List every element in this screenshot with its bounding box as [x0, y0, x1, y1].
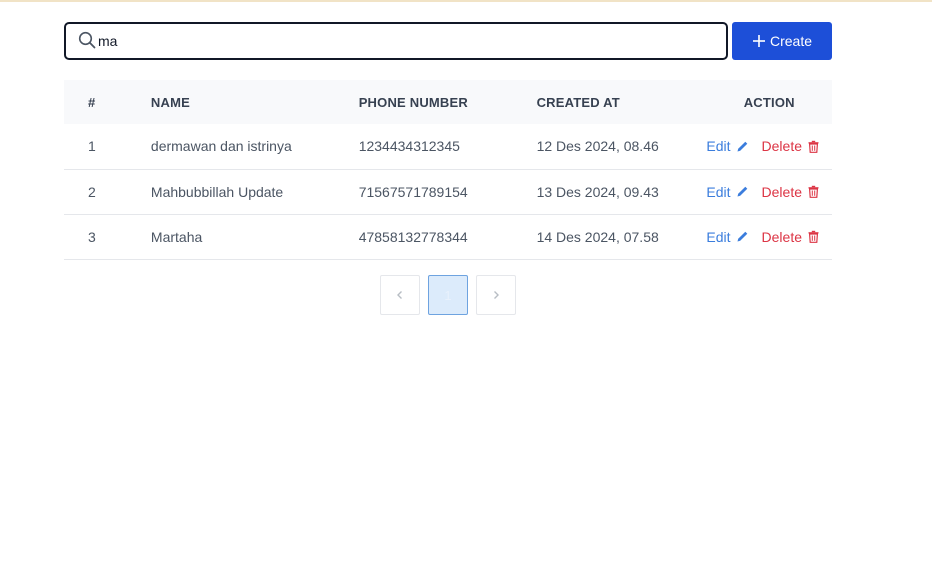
plus-icon: [752, 35, 765, 47]
search-icon: [78, 31, 96, 49]
edit-label: Edit: [706, 183, 731, 200]
pencil-icon: [737, 231, 747, 242]
delete-label: Delete: [761, 138, 802, 155]
chevron-left-icon: [397, 291, 402, 299]
table-row: 1 dermawan dan istrinya 1234434312345 12…: [64, 124, 832, 169]
trash-icon: [808, 230, 819, 243]
row-number: 2: [88, 183, 96, 200]
pagination: 1: [380, 275, 516, 315]
row-actions: Edit Delete: [706, 169, 832, 214]
row-name: Martaha: [150, 228, 203, 245]
edit-button[interactable]: Edit: [706, 138, 748, 154]
header-action: ACTION: [743, 94, 795, 110]
table-row: 2 Mahbubbillah Update 71567571789154 13 …: [64, 169, 832, 214]
header-created: CREATED AT: [536, 94, 620, 110]
edit-button[interactable]: Edit: [706, 184, 748, 200]
next-page-button[interactable]: [476, 275, 516, 315]
delete-label: Delete: [761, 228, 802, 245]
row-number: 3: [88, 228, 96, 245]
header-name: NAME: [150, 94, 190, 110]
trash-icon: [808, 140, 819, 153]
pencil-icon: [737, 186, 747, 197]
table-row: 3 Martaha 47858132778344 14 Des 2024, 07…: [64, 214, 832, 259]
search-box[interactable]: [64, 22, 728, 60]
row-name: dermawan dan istrinya: [150, 138, 292, 155]
row-number: 1: [88, 138, 96, 155]
row-actions: Edit Delete: [706, 124, 832, 169]
delete-button[interactable]: Delete: [762, 138, 820, 154]
top-border: [0, 0, 932, 2]
search-input[interactable]: [98, 24, 718, 58]
data-table: # NAME PHONE NUMBER CREATED AT ACTION 1 …: [64, 80, 832, 260]
header-number: #: [88, 94, 96, 110]
table-header-row: # NAME PHONE NUMBER CREATED AT ACTION: [64, 80, 832, 124]
edit-label: Edit: [706, 138, 731, 155]
trash-icon: [808, 185, 819, 198]
row-name: Mahbubbillah Update: [150, 183, 284, 200]
create-button-label: Create: [769, 33, 813, 49]
prev-page-button[interactable]: [380, 275, 420, 315]
create-button[interactable]: Create: [732, 22, 832, 60]
edit-label: Edit: [706, 228, 731, 245]
row-actions: Edit Delete: [706, 214, 832, 259]
header-phone: PHONE NUMBER: [358, 94, 468, 110]
page-button-current[interactable]: 1: [428, 275, 468, 315]
delete-label: Delete: [761, 183, 802, 200]
pencil-icon: [737, 141, 747, 152]
row-phone: 1234434312345: [358, 138, 460, 155]
delete-button[interactable]: Delete: [762, 229, 820, 245]
edit-button[interactable]: Edit: [706, 229, 748, 245]
chevron-right-icon: [494, 291, 499, 299]
row-created: 14 Des 2024, 07.58: [536, 228, 659, 245]
row-phone: 47858132778344: [358, 228, 468, 245]
row-phone: 71567571789154: [358, 183, 468, 200]
row-created: 12 Des 2024, 08.46: [536, 138, 659, 155]
row-created: 13 Des 2024, 09.43: [536, 183, 659, 200]
delete-button[interactable]: Delete: [762, 184, 820, 200]
